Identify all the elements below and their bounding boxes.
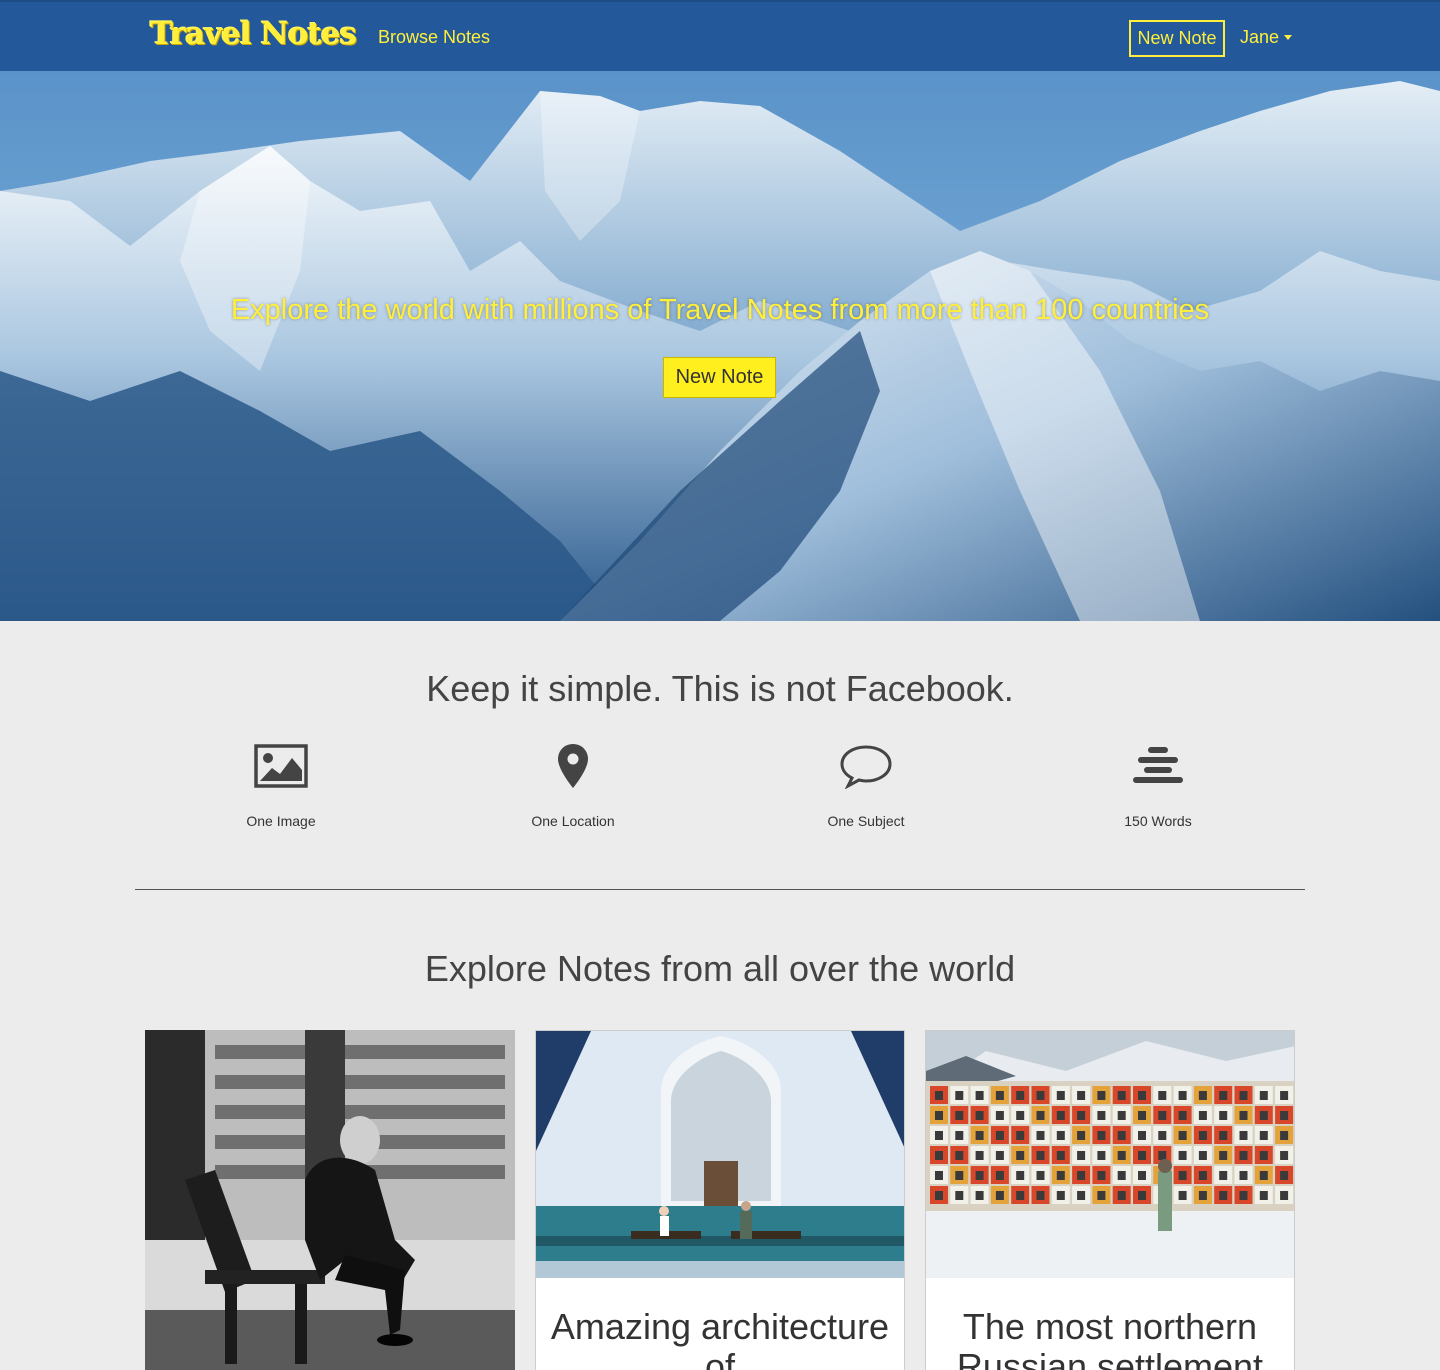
navbar: Travel Notes Browse Notes New Note Jane [0, 0, 1440, 71]
feature-one-location: One Location [473, 736, 673, 829]
feature-150-words: 150 Words [1058, 736, 1258, 829]
feature-label: One Subject [827, 813, 905, 829]
note-photo [536, 1031, 904, 1278]
explore-title: Explore Notes from all over the world [424, 948, 1016, 989]
note-title[interactable]: The most northern Russian settlement [926, 1307, 1294, 1370]
note-card[interactable]: Amazing architecture of [535, 1030, 905, 1370]
hero-headline: Explore the world with millions of Trave… [230, 294, 1210, 326]
text-lines-icon [1133, 747, 1183, 783]
feature-one-image: One Image [181, 736, 381, 829]
feature-label: 150 Words [1124, 813, 1192, 829]
note-card[interactable] [145, 1030, 515, 1370]
hero-new-note-button[interactable]: New Note [663, 357, 776, 398]
browse-notes-link[interactable]: Browse Notes [378, 27, 490, 48]
caret-down-icon [1284, 34, 1293, 40]
note-title[interactable]: Amazing architecture of [536, 1307, 904, 1370]
new-note-button[interactable]: New Note [1129, 20, 1225, 57]
user-name: Jane [1240, 27, 1280, 47]
mountains-image [0, 71, 1440, 621]
features-title: Keep it simple. This is not Facebook. [426, 668, 1014, 709]
feature-label: One Location [531, 813, 615, 829]
image-icon [254, 744, 308, 788]
note-photo [145, 1030, 515, 1370]
feature-one-subject: One Subject [766, 736, 966, 829]
logo[interactable]: Travel Notes [150, 16, 357, 52]
speech-bubble-icon [840, 745, 892, 789]
hero-banner: Explore the world with millions of Trave… [0, 71, 1440, 621]
section-divider [135, 889, 1305, 890]
user-menu[interactable]: Jane [1240, 27, 1293, 48]
map-pin-icon [558, 744, 588, 788]
note-card[interactable]: The most northern Russian settlement [925, 1030, 1295, 1370]
feature-label: One Image [246, 813, 316, 829]
note-photo [926, 1031, 1294, 1278]
